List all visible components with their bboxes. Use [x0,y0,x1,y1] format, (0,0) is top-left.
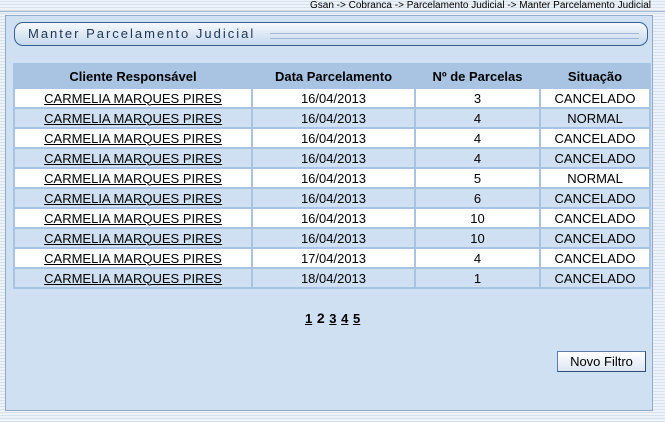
column-header-installments: Nº de Parcelas [416,65,539,87]
client-link[interactable]: CARMELIA MARQUES PIRES [44,211,222,226]
cell-date: 16/04/2013 [253,229,414,247]
breadcrumb-divider [0,11,665,12]
cell-installments: 1 [416,269,539,287]
cell-status: CANCELADO [541,249,649,267]
table-row: CARMELIA MARQUES PIRES 16/04/2013 4 NORMAL [15,109,649,127]
cell-date: 16/04/2013 [253,129,414,147]
column-header-status: Situação [541,65,649,87]
cell-status: CANCELADO [541,189,649,207]
cell-status: CANCELADO [541,129,649,147]
client-link[interactable]: CARMELIA MARQUES PIRES [44,171,222,186]
cell-installments: 5 [416,169,539,187]
cell-installments: 6 [416,189,539,207]
cell-installments: 4 [416,249,539,267]
table-row: CARMELIA MARQUES PIRES 16/04/2013 3 CANCELA… [15,89,649,107]
results-table: Cliente Responsável Data Parcelamento Nº… [13,63,651,289]
cell-client: CARMELIA MARQUES PIRES [15,149,251,167]
page-link-2[interactable]: 2 [317,310,325,326]
cell-date: 16/04/2013 [253,209,414,227]
cell-client: CARMELIA MARQUES PIRES [15,209,251,227]
new-filter-button[interactable]: Novo Filtro [557,351,646,372]
client-link[interactable]: CARMELIA MARQUES PIRES [44,271,222,286]
table-row: CARMELIA MARQUES PIRES 16/04/2013 6 CANCELA… [15,189,649,207]
cell-status: CANCELADO [541,209,649,227]
cell-date: 16/04/2013 [253,149,414,167]
cell-date: 16/04/2013 [253,169,414,187]
table-row: CARMELIA MARQUES PIRES 16/04/2013 10 CANCEL… [15,229,649,247]
cell-installments: 4 [416,109,539,127]
cell-installments: 3 [416,89,539,107]
cell-date: 18/04/2013 [253,269,414,287]
cell-client: CARMELIA MARQUES PIRES [15,249,251,267]
page-link-3[interactable]: 3 [329,311,336,326]
cell-installments: 4 [416,149,539,167]
column-header-date: Data Parcelamento [253,65,414,87]
cell-client: CARMELIA MARQUES PIRES [15,229,251,247]
main-panel: Manter Parcelamento Judicial Cliente Res… [5,15,653,411]
table-row: CARMELIA MARQUES PIRES 16/04/2013 4 CANCELA… [15,149,649,167]
page-link-5[interactable]: 5 [353,311,360,326]
table-row: CARMELIA MARQUES PIRES 16/04/2013 4 CANCELA… [15,129,649,147]
cell-installments: 4 [416,129,539,147]
client-link[interactable]: CARMELIA MARQUES PIRES [44,251,222,266]
cell-installments: 10 [416,209,539,227]
cell-client: CARMELIA MARQUES PIRES [15,189,251,207]
table-row: CARMELIA MARQUES PIRES 16/04/2013 5 NORMAL [15,169,649,187]
breadcrumb: Gsan -> Cobranca -> Parcelamento Judicia… [310,0,651,11]
client-link[interactable]: CARMELIA MARQUES PIRES [44,91,222,106]
panel-title: Manter Parcelamento Judicial [28,26,256,41]
client-link[interactable]: CARMELIA MARQUES PIRES [44,231,222,246]
cell-status: CANCELADO [541,269,649,287]
column-header-client: Cliente Responsável [15,65,251,87]
cell-date: 16/04/2013 [253,189,414,207]
client-link[interactable]: CARMELIA MARQUES PIRES [44,191,222,206]
page-link-1[interactable]: 1 [305,311,312,326]
panel-title-bar: Manter Parcelamento Judicial [14,22,648,46]
pagination: 1 2 3 4 5 [305,310,361,326]
cell-date: 16/04/2013 [253,109,414,127]
cell-client: CARMELIA MARQUES PIRES [15,109,251,127]
client-link[interactable]: CARMELIA MARQUES PIRES [44,111,222,126]
cell-client: CARMELIA MARQUES PIRES [15,129,251,147]
table-header-row: Cliente Responsável Data Parcelamento Nº… [15,65,649,87]
cell-status: NORMAL [541,169,649,187]
cell-date: 17/04/2013 [253,249,414,267]
cell-status: CANCELADO [541,89,649,107]
cell-date: 16/04/2013 [253,89,414,107]
table-row: CARMELIA MARQUES PIRES 18/04/2013 1 CANCELA… [15,269,649,287]
page-link-4[interactable]: 4 [341,311,348,326]
cell-status: CANCELADO [541,229,649,247]
cell-status: NORMAL [541,109,649,127]
cell-client: CARMELIA MARQUES PIRES [15,89,251,107]
cell-client: CARMELIA MARQUES PIRES [15,169,251,187]
client-link[interactable]: CARMELIA MARQUES PIRES [44,151,222,166]
table-row: CARMELIA MARQUES PIRES 16/04/2013 10 CANCEL… [15,209,649,227]
table-row: CARMELIA MARQUES PIRES 17/04/2013 4 CANCELA… [15,249,649,267]
cell-status: CANCELADO [541,149,649,167]
client-link[interactable]: CARMELIA MARQUES PIRES [44,131,222,146]
cell-installments: 10 [416,229,539,247]
cell-client: CARMELIA MARQUES PIRES [15,269,251,287]
